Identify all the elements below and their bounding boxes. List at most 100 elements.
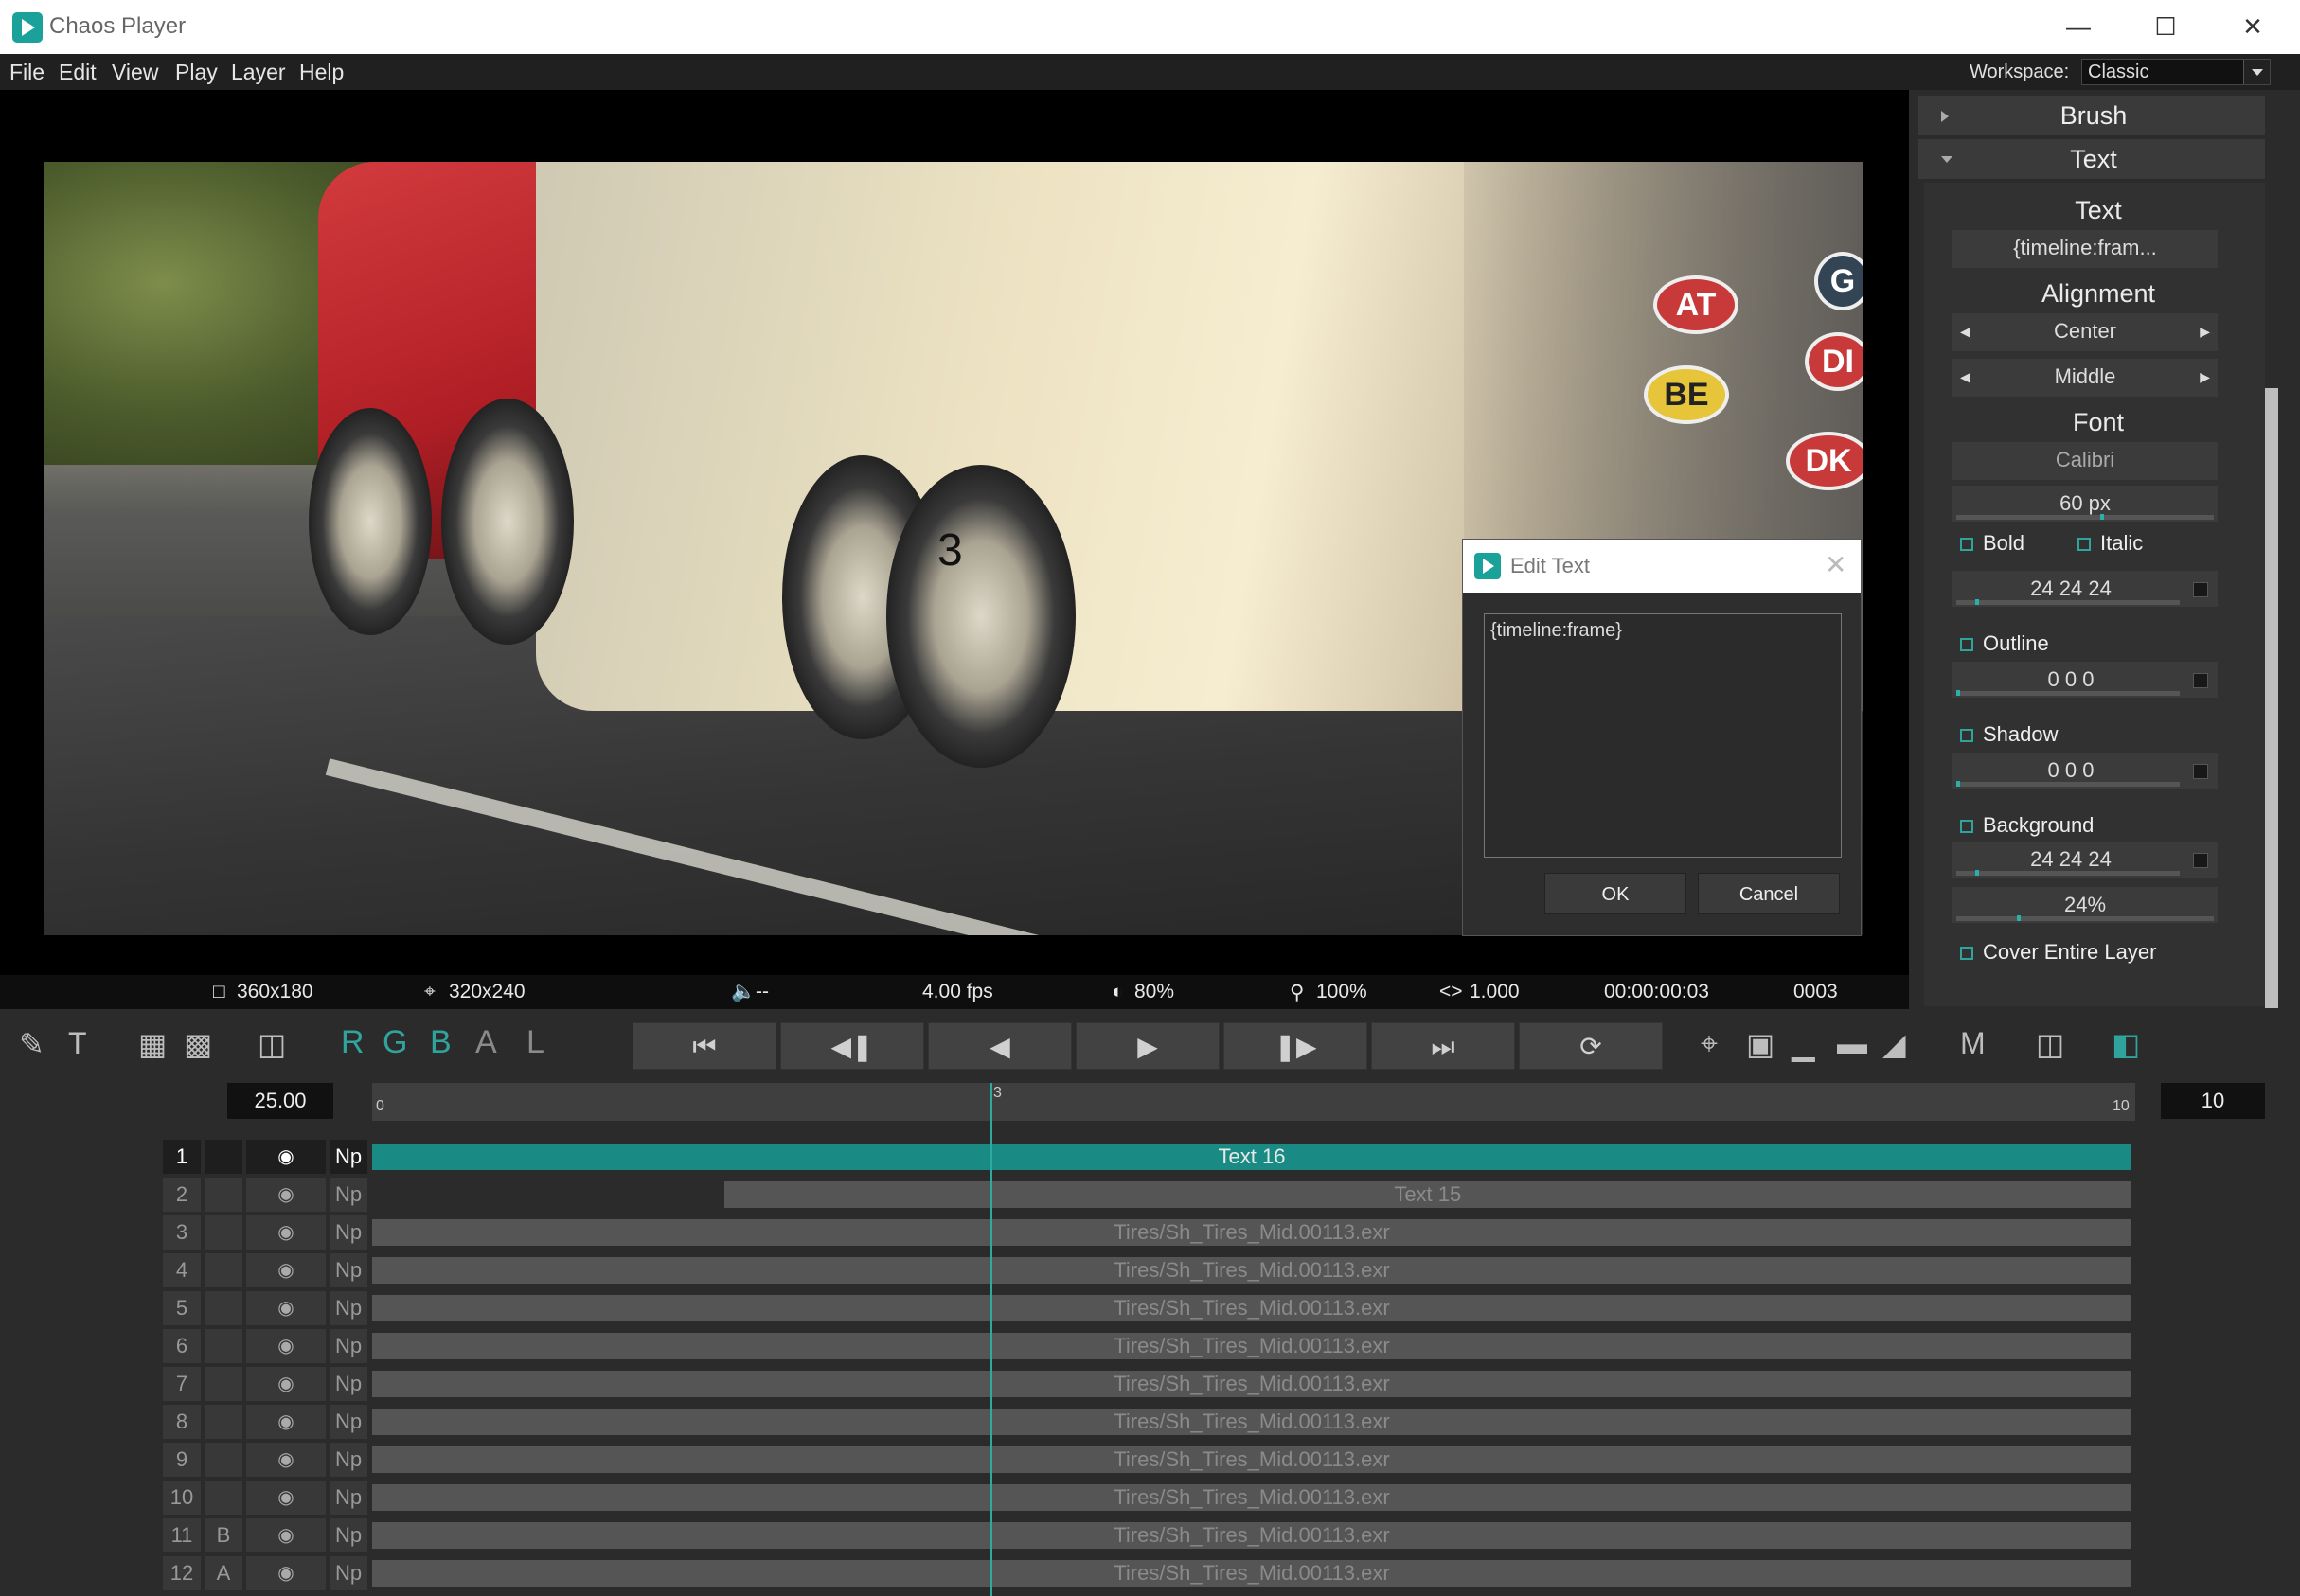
- layer-np-toggle[interactable]: Np: [330, 1253, 367, 1287]
- compare-icon[interactable]: ◫: [258, 1026, 286, 1062]
- play-button[interactable]: ▶: [1076, 1022, 1220, 1070]
- m-icon[interactable]: M: [1960, 1026, 1986, 1061]
- step-back-button[interactable]: ◀❚: [780, 1022, 924, 1070]
- layer-row[interactable]: 3 ◉ Np Tires/Sh_Tires_Mid.00113.exr: [163, 1215, 2132, 1250]
- panel-toggle-icon[interactable]: ◧: [2112, 1026, 2140, 1062]
- eye-icon[interactable]: ◉: [246, 1405, 326, 1439]
- ok-button[interactable]: OK: [1544, 873, 1686, 914]
- minimize-icon[interactable]: —: [2035, 0, 2122, 54]
- layer-ab-flag[interactable]: [205, 1178, 242, 1212]
- layer-clip[interactable]: Text 16: [372, 1144, 2131, 1170]
- layer-clip[interactable]: Text 15: [723, 1181, 2131, 1208]
- layer-row[interactable]: 7 ◉ Np Tires/Sh_Tires_Mid.00113.exr: [163, 1367, 2132, 1401]
- channel-b[interactable]: B: [430, 1024, 452, 1061]
- slider-knob[interactable]: [1956, 690, 1960, 696]
- layer-row[interactable]: 8 ◉ Np Tires/Sh_Tires_Mid.00113.exr: [163, 1405, 2132, 1439]
- eye-icon[interactable]: ◉: [246, 1329, 326, 1363]
- eye-icon[interactable]: ◉: [246, 1178, 326, 1212]
- color-swatch[interactable]: [2193, 582, 2208, 597]
- checkbox-box[interactable]: [2077, 538, 2091, 551]
- layer-row[interactable]: 2 ◉ Np Text 15: [163, 1178, 2132, 1212]
- color-swatch[interactable]: [2193, 853, 2208, 868]
- layer-ab-flag[interactable]: [205, 1291, 242, 1325]
- bold-checkbox[interactable]: Bold: [1960, 531, 2024, 556]
- checkbox-box[interactable]: [1960, 820, 1973, 833]
- checkbox-box[interactable]: [1960, 538, 1973, 551]
- layer-ab-flag[interactable]: [205, 1443, 242, 1477]
- layer-ab-flag[interactable]: [205, 1367, 242, 1401]
- layer-ab-flag[interactable]: [205, 1405, 242, 1439]
- gradient-icon[interactable]: ◢: [1882, 1026, 1906, 1062]
- layer-row[interactable]: 6 ◉ Np Tires/Sh_Tires_Mid.00113.exr: [163, 1329, 2132, 1363]
- shadow-color-slider[interactable]: 0 0 0: [1952, 753, 2218, 789]
- channel-l[interactable]: L: [526, 1024, 544, 1061]
- fps-field[interactable]: 25.00: [227, 1083, 333, 1119]
- layer-clip[interactable]: Tires/Sh_Tires_Mid.00113.exr: [372, 1295, 2131, 1321]
- edit-text-input[interactable]: [1484, 613, 1842, 858]
- cover-layer-checkbox[interactable]: Cover Entire Layer: [1960, 940, 2156, 965]
- text-section-header[interactable]: Text: [1918, 139, 2269, 179]
- layer-row[interactable]: 10 ◉ Np Tires/Sh_Tires_Mid.00113.exr: [163, 1481, 2132, 1515]
- align-vertical-select[interactable]: ◀ Middle ▶: [1952, 359, 2218, 397]
- layer-np-toggle[interactable]: Np: [330, 1140, 367, 1174]
- caret-right-icon[interactable]: ▶: [2200, 359, 2210, 395]
- layer-np-toggle[interactable]: Np: [330, 1481, 367, 1515]
- background-checkbox[interactable]: Background: [1960, 813, 2094, 838]
- layer-row[interactable]: 4 ◉ Np Tires/Sh_Tires_Mid.00113.exr: [163, 1253, 2132, 1287]
- play-backward-button[interactable]: ◀: [928, 1022, 1072, 1070]
- layer-np-toggle[interactable]: Np: [330, 1291, 367, 1325]
- layer-np-toggle[interactable]: Np: [330, 1329, 367, 1363]
- layer-clip[interactable]: Tires/Sh_Tires_Mid.00113.exr: [372, 1484, 2131, 1511]
- scrollbar-thumb[interactable]: [2265, 388, 2278, 1008]
- caret-right-icon[interactable]: ▶: [2200, 313, 2210, 349]
- brush-section-header[interactable]: Brush: [1918, 96, 2269, 135]
- layer-clip[interactable]: Tires/Sh_Tires_Mid.00113.exr: [372, 1219, 2131, 1246]
- scrollbar-track[interactable]: [2265, 90, 2278, 388]
- layer-np-toggle[interactable]: Np: [330, 1367, 367, 1401]
- outline-checkbox[interactable]: Outline: [1960, 631, 2049, 656]
- add-marker-icon[interactable]: ⌖: [1701, 1026, 1718, 1062]
- layer-ab-flag[interactable]: [205, 1140, 242, 1174]
- layer-np-toggle[interactable]: Np: [330, 1443, 367, 1477]
- end-frame-field[interactable]: 10: [2161, 1083, 2265, 1119]
- layer-np-toggle[interactable]: Np: [330, 1178, 367, 1212]
- layer-ab-flag[interactable]: A: [205, 1556, 242, 1590]
- layer-clip[interactable]: Tires/Sh_Tires_Mid.00113.exr: [372, 1257, 2131, 1284]
- layer-row[interactable]: 1 ◉ Np Text 16: [163, 1140, 2132, 1174]
- zoom-icon[interactable]: ⚲: [1290, 981, 1304, 1004]
- align-bottom-icon[interactable]: ▁: [1792, 1026, 1815, 1062]
- eye-icon[interactable]: ◉: [246, 1140, 326, 1174]
- outline-color-slider[interactable]: 0 0 0: [1952, 662, 2218, 698]
- layer-ab-flag[interactable]: [205, 1215, 242, 1250]
- maximize-icon[interactable]: ☐: [2122, 0, 2209, 54]
- menu-edit[interactable]: Edit: [59, 60, 97, 85]
- layout-icon[interactable]: ◫: [2036, 1026, 2064, 1062]
- timeline-ruler[interactable]: 0 3 10: [372, 1083, 2135, 1121]
- menu-view[interactable]: View: [112, 60, 158, 85]
- text-value-field[interactable]: {timeline:fram...: [1952, 230, 2218, 268]
- eye-icon[interactable]: ◉: [246, 1481, 326, 1515]
- go-to-end-button[interactable]: ⏭: [1371, 1022, 1515, 1070]
- eye-icon[interactable]: ◉: [246, 1443, 326, 1477]
- italic-checkbox[interactable]: Italic: [2077, 531, 2143, 556]
- channel-g[interactable]: G: [383, 1024, 407, 1061]
- eye-icon[interactable]: ◉: [246, 1291, 326, 1325]
- loop-button[interactable]: ⟳: [1519, 1022, 1663, 1070]
- background-color-slider[interactable]: 24 24 24: [1952, 842, 2218, 878]
- layer-np-toggle[interactable]: Np: [330, 1518, 367, 1552]
- menu-help[interactable]: Help: [299, 60, 344, 85]
- layer-clip[interactable]: Tires/Sh_Tires_Mid.00113.exr: [372, 1371, 2131, 1397]
- layer-ab-flag[interactable]: B: [205, 1518, 242, 1552]
- slider-knob[interactable]: [1956, 781, 1960, 787]
- pen-icon[interactable]: ✎: [19, 1026, 45, 1062]
- slider-knob[interactable]: [2017, 915, 2021, 921]
- layer-row[interactable]: 5 ◉ Np Tires/Sh_Tires_Mid.00113.exr: [163, 1291, 2132, 1325]
- eye-icon[interactable]: ◉: [246, 1253, 326, 1287]
- color-swatch[interactable]: [2193, 764, 2208, 779]
- close-icon[interactable]: ✕: [2209, 0, 2296, 54]
- shadow-checkbox[interactable]: Shadow: [1960, 722, 2059, 747]
- eye-icon[interactable]: ◉: [246, 1556, 326, 1590]
- layer-np-toggle[interactable]: Np: [330, 1215, 367, 1250]
- layer-ab-flag[interactable]: [205, 1481, 242, 1515]
- slider-knob[interactable]: [2100, 514, 2104, 520]
